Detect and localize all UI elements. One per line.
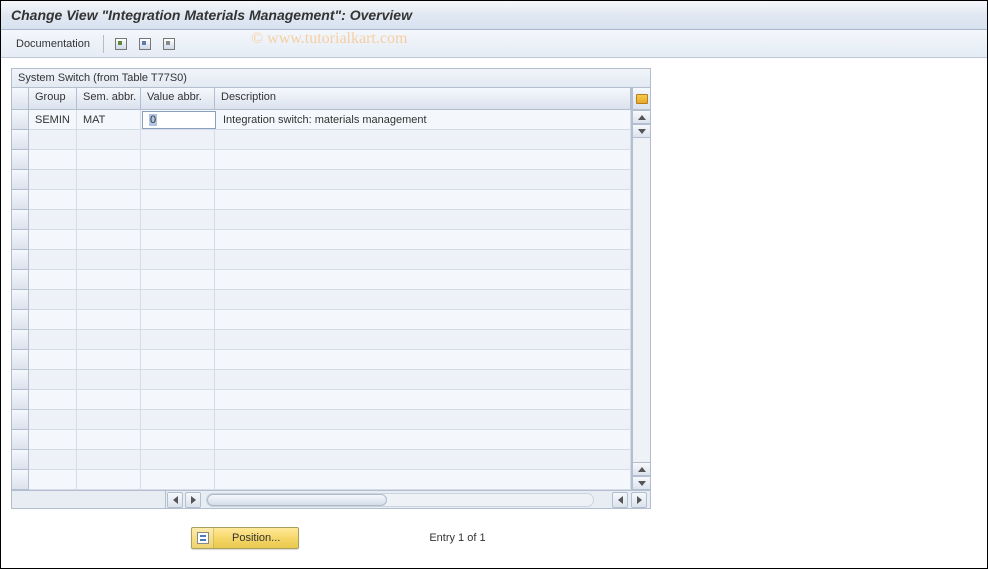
row-selector[interactable] bbox=[12, 210, 28, 230]
watermark: © www.tutorialkart.com bbox=[251, 30, 407, 48]
row-selector[interactable] bbox=[12, 430, 28, 450]
vertical-scrollbar[interactable] bbox=[632, 88, 650, 490]
cell-description: Integration switch: materials management bbox=[217, 110, 631, 129]
scroll-up-button[interactable] bbox=[633, 110, 650, 124]
row-selector[interactable] bbox=[12, 310, 28, 330]
table-row[interactable] bbox=[29, 150, 631, 170]
table-config-button[interactable] bbox=[633, 88, 650, 110]
scroll-left-button[interactable] bbox=[167, 492, 183, 508]
separator bbox=[103, 35, 104, 53]
toolbar: Documentation © www.tutorialkart.com bbox=[1, 30, 987, 58]
table-row[interactable] bbox=[29, 350, 631, 370]
document-icon bbox=[139, 38, 151, 50]
table-row[interactable] bbox=[29, 470, 631, 490]
position-label: Position... bbox=[214, 532, 298, 544]
row-selector[interactable] bbox=[12, 270, 28, 290]
table-row[interactable] bbox=[29, 410, 631, 430]
scroll-down-button[interactable] bbox=[633, 476, 650, 490]
grid-rows: SEMIN MAT 0 Integration switch: material… bbox=[29, 110, 631, 490]
table-row[interactable] bbox=[29, 130, 631, 150]
table-grid: Group Sem. abbr. Value abbr. Description… bbox=[12, 88, 650, 490]
grid-main: Group Sem. abbr. Value abbr. Description… bbox=[29, 88, 632, 490]
scroll-spacer bbox=[12, 491, 166, 508]
row-selector[interactable] bbox=[12, 450, 28, 470]
table-row[interactable] bbox=[29, 370, 631, 390]
table-row[interactable] bbox=[29, 290, 631, 310]
row-selector-header[interactable] bbox=[12, 88, 28, 110]
row-selector[interactable] bbox=[12, 470, 28, 490]
row-selector[interactable] bbox=[12, 390, 28, 410]
table-row[interactable] bbox=[29, 250, 631, 270]
row-selector[interactable] bbox=[12, 110, 28, 130]
table-row[interactable] bbox=[29, 390, 631, 410]
table-row[interactable] bbox=[29, 450, 631, 470]
row-selector[interactable] bbox=[12, 130, 28, 150]
panel-title: System Switch (from Table T77S0) bbox=[12, 69, 650, 88]
scroll-left-button[interactable] bbox=[612, 492, 628, 508]
document-icon bbox=[163, 38, 175, 50]
content-area: System Switch (from Table T77S0) bbox=[1, 58, 987, 559]
footer: Position... Entry 1 of 1 bbox=[11, 527, 977, 549]
toolbar-icon-3[interactable] bbox=[160, 35, 178, 53]
toolbar-icon-1[interactable] bbox=[112, 35, 130, 53]
row-selector[interactable] bbox=[12, 370, 28, 390]
row-selector-column bbox=[12, 88, 29, 490]
row-selector[interactable] bbox=[12, 190, 28, 210]
position-button[interactable]: Position... bbox=[191, 527, 299, 549]
table-row[interactable] bbox=[29, 230, 631, 250]
triangle-down-icon bbox=[638, 481, 646, 486]
table-row[interactable]: SEMIN MAT 0 Integration switch: material… bbox=[29, 110, 631, 130]
row-selector[interactable] bbox=[12, 150, 28, 170]
triangle-up-icon bbox=[638, 467, 646, 472]
column-header-description[interactable]: Description bbox=[215, 88, 631, 109]
row-selector[interactable] bbox=[12, 230, 28, 250]
row-selector[interactable] bbox=[12, 410, 28, 430]
system-switch-panel: System Switch (from Table T77S0) bbox=[11, 68, 651, 509]
column-header-group[interactable]: Group bbox=[29, 88, 77, 109]
row-selector[interactable] bbox=[12, 350, 28, 370]
position-icon bbox=[197, 532, 209, 544]
table-row[interactable] bbox=[29, 190, 631, 210]
table-settings-icon bbox=[636, 94, 648, 104]
row-selector[interactable] bbox=[12, 250, 28, 270]
table-row[interactable] bbox=[29, 310, 631, 330]
documentation-button[interactable]: Documentation bbox=[11, 35, 95, 53]
position-icon-wrap bbox=[192, 528, 214, 548]
row-selector[interactable] bbox=[12, 330, 28, 350]
triangle-right-icon bbox=[191, 496, 196, 504]
toolbar-icon-2[interactable] bbox=[136, 35, 154, 53]
column-headers: Group Sem. abbr. Value abbr. Description bbox=[29, 88, 631, 110]
scroll-up-button[interactable] bbox=[633, 462, 650, 476]
triangle-left-icon bbox=[173, 496, 178, 504]
triangle-up-icon bbox=[638, 115, 646, 120]
table-row[interactable] bbox=[29, 170, 631, 190]
document-icon bbox=[115, 38, 127, 50]
triangle-right-icon bbox=[637, 496, 642, 504]
value-input[interactable]: 0 bbox=[149, 114, 157, 126]
table-row[interactable] bbox=[29, 210, 631, 230]
scroll-right-button[interactable] bbox=[185, 492, 201, 508]
entry-counter: Entry 1 of 1 bbox=[429, 532, 485, 544]
scroll-down-button[interactable] bbox=[633, 124, 650, 138]
cell-value-abbr[interactable]: 0 bbox=[142, 111, 216, 129]
column-header-value-abbr[interactable]: Value abbr. bbox=[141, 88, 215, 109]
triangle-down-icon bbox=[638, 129, 646, 134]
column-header-sem-abbr[interactable]: Sem. abbr. bbox=[77, 88, 141, 109]
triangle-left-icon bbox=[618, 496, 623, 504]
scroll-thumb[interactable] bbox=[207, 494, 387, 506]
table-row[interactable] bbox=[29, 330, 631, 350]
scroll-right-button[interactable] bbox=[631, 492, 647, 508]
cell-group: SEMIN bbox=[29, 110, 77, 129]
cell-sem-abbr: MAT bbox=[77, 110, 141, 129]
scroll-track[interactable] bbox=[633, 138, 650, 462]
scroll-track[interactable] bbox=[206, 493, 594, 507]
table-row[interactable] bbox=[29, 270, 631, 290]
table-row[interactable] bbox=[29, 430, 631, 450]
page-title: Change View "Integration Materials Manag… bbox=[1, 1, 987, 30]
row-selector[interactable] bbox=[12, 170, 28, 190]
horizontal-scrollbar[interactable] bbox=[12, 490, 650, 508]
row-selector[interactable] bbox=[12, 290, 28, 310]
